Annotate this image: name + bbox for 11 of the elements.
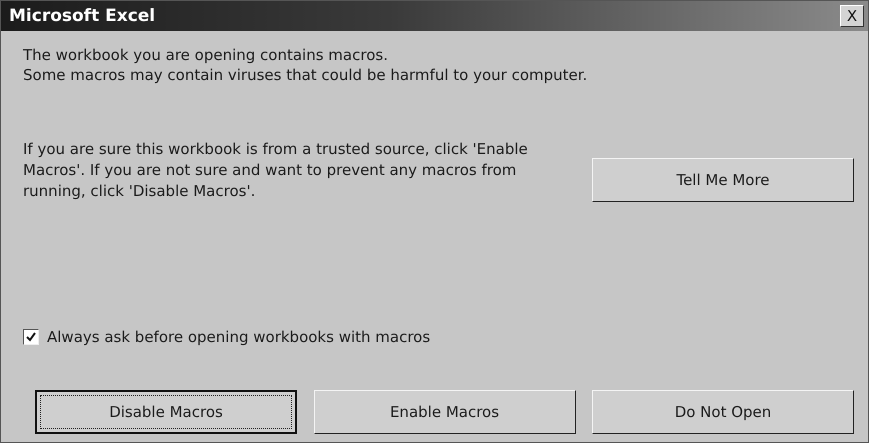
message-text: Some macros may contain viruses that could be harmful to your computer. bbox=[23, 65, 588, 85]
dialog-button[interactable]: Disable Macros bbox=[35, 390, 297, 434]
tell-me-more-button[interactable]: Tell Me More bbox=[592, 158, 854, 202]
checkbox[interactable] bbox=[23, 329, 39, 345]
dialog-button[interactable]: Do Not Open bbox=[592, 390, 854, 434]
message-text: The workbook you are opening contains macros. bbox=[23, 45, 389, 65]
window-title: Microsoft Excel bbox=[9, 6, 156, 26]
dialog-button[interactable]: Enable Macros bbox=[314, 390, 576, 434]
checkbox-label: Always ask before opening workbooks with macros bbox=[47, 328, 430, 346]
close-button[interactable]: X bbox=[840, 5, 864, 27]
advice-text: If you are sure this workbook is from a trusted source, click 'Enable Macros'. If you are not sure and want to prevent any macros from running, click 'Disable Macros'. bbox=[23, 139, 529, 202]
